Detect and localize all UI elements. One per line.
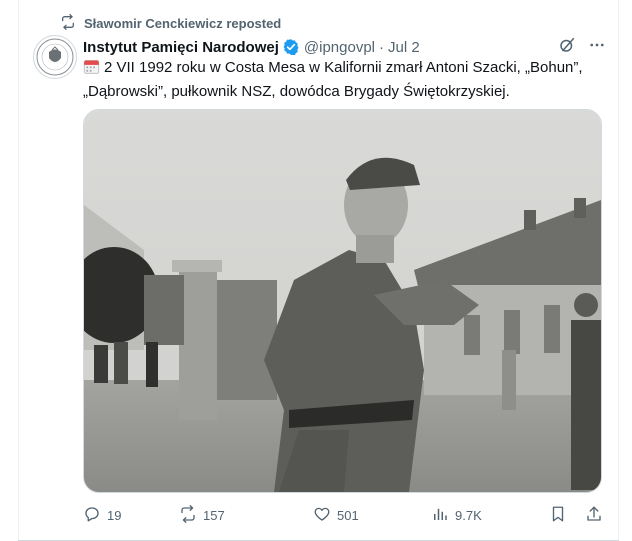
author-name[interactable]: Instytut Pamięci Narodowej xyxy=(83,39,279,56)
grok-icon[interactable] xyxy=(558,36,576,58)
views-button[interactable]: 9.7K xyxy=(431,505,541,526)
repost-action-icon xyxy=(179,504,197,526)
secondary-actions xyxy=(549,505,603,526)
repost-button[interactable]: 157 xyxy=(179,504,313,526)
post-photo[interactable] xyxy=(83,109,602,493)
repost-count: 157 xyxy=(203,507,225,523)
verified-badge-icon xyxy=(282,38,300,56)
repost-icon xyxy=(60,13,76,33)
reply-button[interactable]: 19 xyxy=(83,505,179,526)
timeline-border-right xyxy=(618,0,619,541)
share-icon[interactable] xyxy=(585,505,603,526)
reply-icon xyxy=(83,505,101,526)
more-options-icon[interactable] xyxy=(588,36,606,58)
analytics-icon xyxy=(431,505,449,526)
separator-dot: · xyxy=(379,38,384,56)
heart-icon xyxy=(313,505,331,526)
post-actions: 19 157 501 9.7K xyxy=(83,504,603,526)
author-avatar[interactable] xyxy=(33,35,77,79)
repost-label: Sławomir Cenckiewicz reposted xyxy=(84,15,282,31)
post-header: Instytut Pamięci Narodowej @ipngovpl · J… xyxy=(83,36,606,58)
author-handle[interactable]: @ipngovpl xyxy=(304,39,375,56)
bookmark-icon[interactable] xyxy=(549,505,567,526)
like-count: 501 xyxy=(337,507,359,523)
post-date[interactable]: Jul 2 xyxy=(388,39,420,56)
timeline-border-left xyxy=(18,0,19,541)
calendar-icon xyxy=(83,58,100,81)
like-button[interactable]: 501 xyxy=(313,505,431,526)
reply-count: 19 xyxy=(107,507,122,523)
repost-context[interactable]: Sławomir Cenckiewicz reposted xyxy=(60,13,282,33)
post-text: 2 VII 1992 roku w Costa Mesa w Kaliforni… xyxy=(83,57,603,102)
post-text-line-1: 2 VII 1992 roku w Costa Mesa w Kaliforni… xyxy=(104,59,583,76)
post-text-line-2: „Dąbrowski”, pułkownik NSZ, dowódca Bryg… xyxy=(83,83,510,100)
views-count: 9.7K xyxy=(455,507,482,523)
